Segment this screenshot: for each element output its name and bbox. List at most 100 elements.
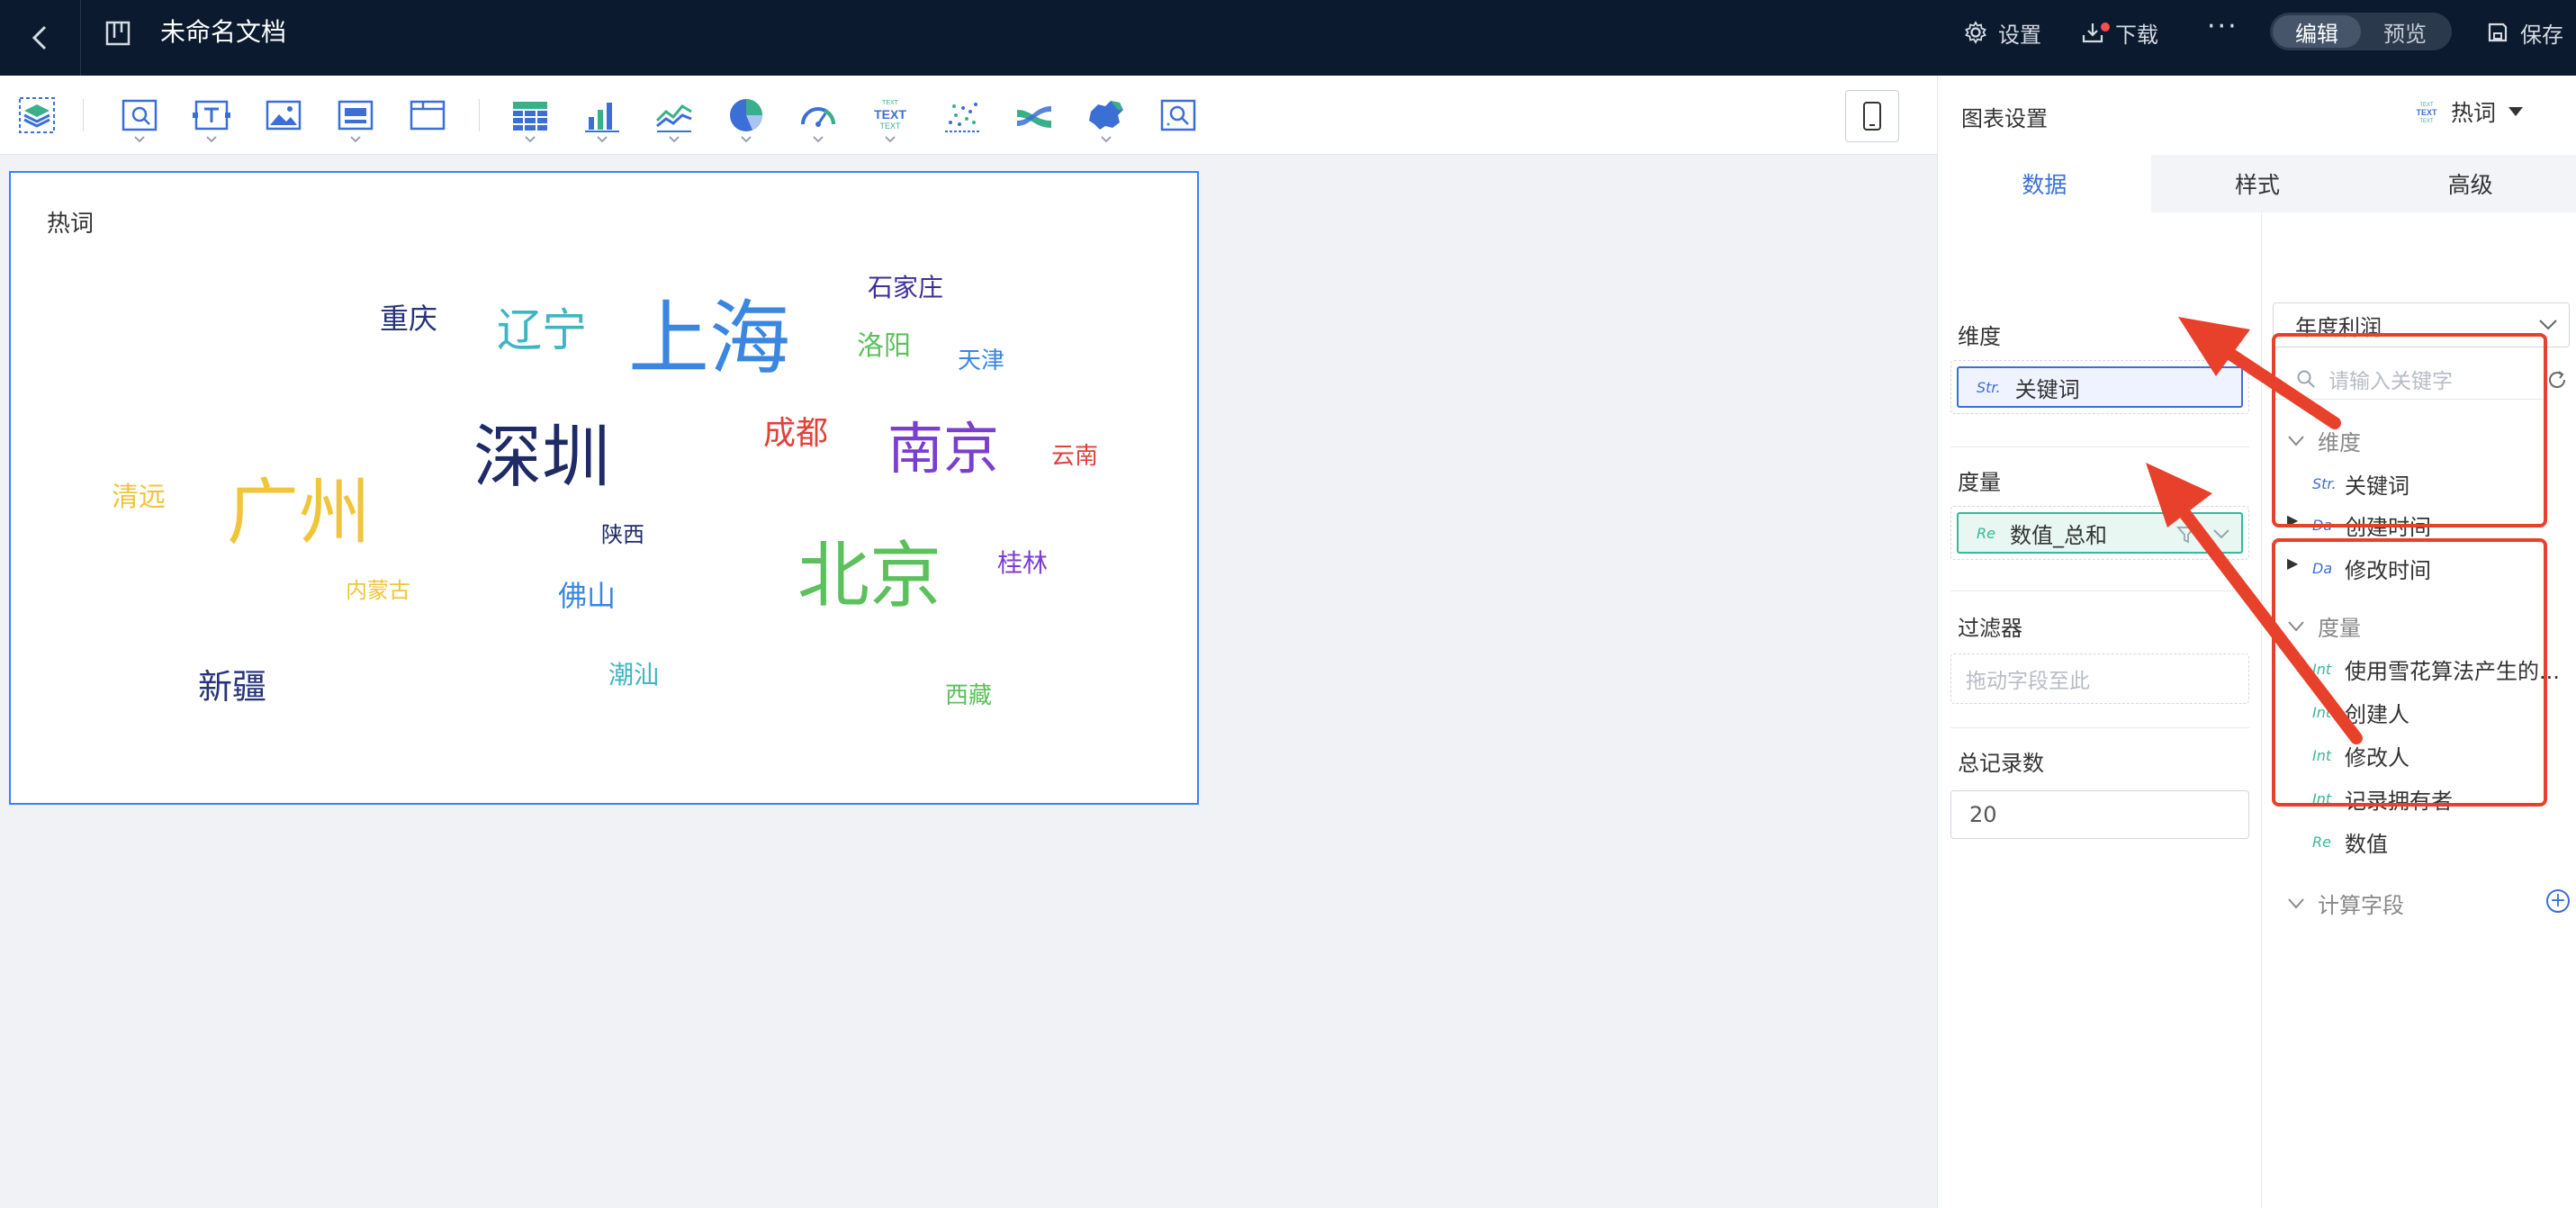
chevron-left-icon (32, 25, 46, 50)
phone-icon (1863, 102, 1881, 131)
settings-button[interactable]: 设置 (1964, 14, 2041, 50)
explore-button[interactable] (1157, 95, 1199, 135)
word-cloud-word: 佛山 (558, 579, 617, 613)
word-cloud-word: 西藏 (945, 682, 993, 709)
document-icon (105, 21, 131, 46)
add-calc-field-button[interactable]: + (2546, 889, 2570, 913)
text-component-button[interactable] (191, 95, 232, 135)
document-title[interactable]: 未命名文档 (160, 14, 286, 50)
image-icon (266, 100, 302, 131)
filter-drop-zone[interactable]: 拖动字段至此 (1950, 654, 2249, 704)
chevron-down-icon[interactable] (349, 135, 362, 144)
field-item[interactable]: Re 数值 (2312, 826, 2564, 858)
webpage-component-button[interactable] (407, 95, 448, 135)
chevron-down-icon[interactable] (884, 135, 896, 144)
panel-title: 图表设置 (1961, 106, 2048, 131)
table-icon (513, 102, 547, 131)
chevron-down-icon[interactable] (133, 135, 146, 144)
back-button[interactable] (0, 0, 81, 76)
tab-data[interactable]: 数据 (1938, 155, 2151, 212)
search-box-icon (122, 99, 158, 131)
word-cloud-word: 桂林 (997, 548, 1049, 578)
field-type-tag: Re (2312, 834, 2331, 851)
chevron-down-icon[interactable] (596, 135, 608, 144)
save-button[interactable]: 保存 (2486, 14, 2563, 50)
word-cloud-word: 北京 (797, 534, 941, 618)
bar-chart-button[interactable] (581, 95, 623, 135)
notification-dot (2101, 23, 2110, 32)
dimension-section-label: 维度 (1958, 324, 2001, 349)
chevron-down-icon[interactable] (1100, 135, 1112, 144)
container-component-button[interactable] (335, 95, 376, 135)
component-toolbar: TEXT TEXT TEXT (0, 76, 1937, 155)
mode-edit-button[interactable]: 编辑 (2273, 15, 2361, 48)
chevron-down-icon[interactable] (2212, 527, 2230, 541)
china-map-icon (1089, 101, 1123, 130)
word-cloud-word: 清远 (112, 482, 166, 513)
text-box-icon (193, 100, 230, 131)
chevron-down-icon[interactable] (812, 135, 824, 144)
svg-text:TEXT: TEXT (2416, 108, 2437, 117)
calc-field-group-header[interactable]: 计算字段 (2287, 888, 2404, 919)
annotation-box-measures (2272, 538, 2547, 807)
word-cloud-word: 云南 (1051, 443, 1099, 470)
word-cloud-word: 广州 (227, 471, 371, 554)
annotation-box-dimensions (2272, 333, 2547, 527)
magic-search-icon (1160, 99, 1196, 131)
tab-advanced[interactable]: 高级 (2364, 155, 2576, 212)
save-label: 保存 (2520, 22, 2563, 48)
sankey-chart-button[interactable] (1013, 95, 1055, 135)
measure-field-pill[interactable]: Re 数值_总和 (1957, 512, 2243, 554)
dimension-drop-zone[interactable]: Str. 关键词 (1950, 360, 2249, 414)
bar-chart-icon (585, 103, 619, 132)
query-component-button[interactable] (119, 95, 160, 135)
layers-icon (19, 97, 55, 133)
chevron-down-icon[interactable] (205, 135, 218, 144)
refresh-icon[interactable] (2546, 369, 2568, 391)
total-records-label: 总记录数 (1958, 751, 2044, 776)
field-name: 数值 (2345, 832, 2388, 857)
chart-type-selector[interactable]: TEXT TEXT TEXT 热词 (2413, 95, 2525, 128)
word-cloud-word: 南京 (887, 416, 1000, 482)
chevron-down-icon[interactable] (668, 135, 680, 144)
table-chart-button[interactable] (509, 95, 551, 135)
image-component-button[interactable] (263, 95, 304, 135)
measure-drop-zone[interactable]: Re 数值_总和 (1950, 506, 2249, 560)
word-cloud-word: 天津 (958, 347, 1005, 374)
chevron-down-icon (2288, 897, 2304, 909)
dimension-field-pill[interactable]: Str. 关键词 (1957, 366, 2243, 408)
map-chart-button[interactable] (1085, 95, 1127, 135)
line-chart-button[interactable] (653, 95, 695, 135)
pie-chart-button[interactable] (725, 95, 767, 135)
tab-style[interactable]: 样式 (2151, 155, 2364, 212)
field-name: 关键词 (2014, 376, 2080, 402)
more-menu-button[interactable]: ··· (2207, 11, 2238, 42)
mobile-preview-button[interactable] (1845, 90, 1899, 142)
download-label: 下载 (2115, 22, 2158, 48)
word-cloud-word: 新疆 (198, 667, 267, 707)
caret-down-icon (2508, 107, 2524, 116)
layers-button[interactable] (16, 95, 58, 135)
pie-chart-icon (730, 99, 762, 131)
mode-switch: 编辑 预览 (2270, 13, 2452, 50)
mode-preview-button[interactable]: 预览 (2361, 15, 2449, 48)
gauge-icon (801, 107, 835, 127)
filter-icon[interactable] (2176, 525, 2196, 545)
scatter-chart-button[interactable] (941, 95, 983, 135)
svg-text:TEXT: TEXT (2419, 119, 2434, 124)
word-cloud-chart-button[interactable]: TEXT TEXT TEXT (869, 95, 911, 135)
word-cloud-word: 辽宁 (497, 304, 587, 356)
chevron-down-icon[interactable] (740, 135, 752, 144)
chevron-down-icon[interactable] (524, 135, 536, 144)
svg-text:TEXT: TEXT (874, 107, 906, 122)
word-cloud-word: 上海 (628, 292, 790, 386)
field-type-tag: Re (1977, 524, 1995, 542)
field-wells: 维度 Str. 关键词 度量 Re 数值_总和 过滤器 拖动字段至此 总记录数 … (1938, 212, 2262, 1208)
settings-label: 设置 (1998, 22, 2041, 48)
plus-icon: + (2549, 889, 2567, 912)
word-cloud-chart[interactable]: 热词 重庆 辽宁 上海 石家庄 洛阳 天津 深圳 成都 南京 云南 清远 广州 … (9, 171, 1199, 805)
gauge-chart-button[interactable] (797, 95, 839, 135)
download-button[interactable]: 下载 (2081, 14, 2158, 50)
word-cloud-word: 潮汕 (608, 660, 660, 690)
total-records-input[interactable]: 20 (1950, 790, 2249, 839)
